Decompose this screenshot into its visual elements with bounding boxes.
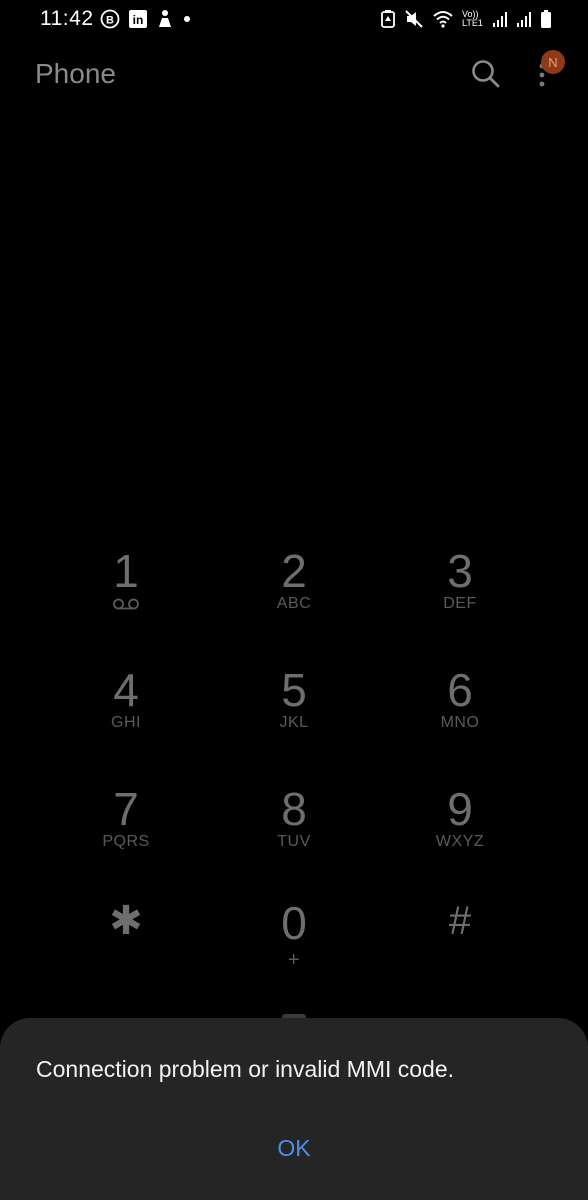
tap-app-icon [159,10,171,27]
wifi-icon [433,11,453,28]
svg-text:B: B [106,15,114,27]
dial-key-8[interactable]: 8 TUV [224,784,364,880]
key-letters: JKL [279,714,309,731]
key-letters: GHI [111,714,141,731]
dial-key-0[interactable]: 0 + [224,898,364,994]
key-digit: 7 [113,783,139,835]
dialog-message: Connection problem or invalid MMI code. [36,1056,455,1082]
ok-button[interactable]: OK [244,1126,344,1170]
dial-key-hash[interactable]: # [390,896,530,992]
mute-icon [405,10,423,28]
dial-key-7[interactable]: 7 PQRS [56,784,196,880]
search-button[interactable] [470,58,502,90]
key-letters: DEF [443,595,477,612]
svg-text:in: in [133,13,144,27]
app-title: Phone [35,58,116,89]
signal-strength-icon-1 [493,12,507,27]
battery-icon [541,10,551,28]
signal-strength-icon-2 [517,12,531,27]
system-icons: Vo)) LTE1 [380,9,552,29]
dial-key-9[interactable]: 9 WXYZ [390,784,530,880]
notification-icons: B in [100,9,192,29]
key-digit: # [448,899,472,943]
dial-key-3[interactable]: 3 DEF [390,546,530,642]
key-digit: 8 [281,783,307,835]
status-time: 11:42 [40,7,94,30]
dial-key-1[interactable]: 1 [56,546,196,642]
dial-key-star[interactable]: ✱ [56,896,196,992]
key-digit: 2 [281,545,307,597]
key-digit: 3 [447,545,473,597]
key-digit: 6 [447,664,473,716]
dial-key-4[interactable]: 4 GHI [56,665,196,761]
key-digit: 0 [281,897,307,949]
key-digit: 1 [113,545,139,597]
search-icon [472,60,500,88]
voicemail-icon [113,598,139,610]
key-letters: WXYZ [435,833,485,850]
key-letters: MNO [440,714,480,731]
status-bar: 11:42 B in Vo)) LTE1 [0,0,588,40]
b-app-icon: B [100,9,120,29]
notification-badge: N [541,50,565,74]
key-letters: TUV [277,833,311,850]
key-digit: 9 [447,783,473,835]
key-plus: + [287,949,301,971]
more-notifications-dot-icon [184,16,190,22]
key-letters: PQRS [102,833,150,850]
mmi-error-dialog: Connection problem or invalid MMI code. … [0,1018,588,1200]
dial-key-5[interactable]: 5 JKL [224,665,364,761]
dial-key-6[interactable]: 6 MNO [390,665,530,761]
battery-saver-icon [381,10,395,28]
key-letters: ABC [276,595,312,612]
key-digit: 5 [281,664,307,716]
linkedin-icon: in [129,10,147,28]
volte-label: Vo)) LTE1 [462,9,483,28]
dial-key-2[interactable]: 2 ABC [224,546,364,642]
key-digit: ✱ [109,899,143,943]
key-digit: 4 [113,664,139,716]
